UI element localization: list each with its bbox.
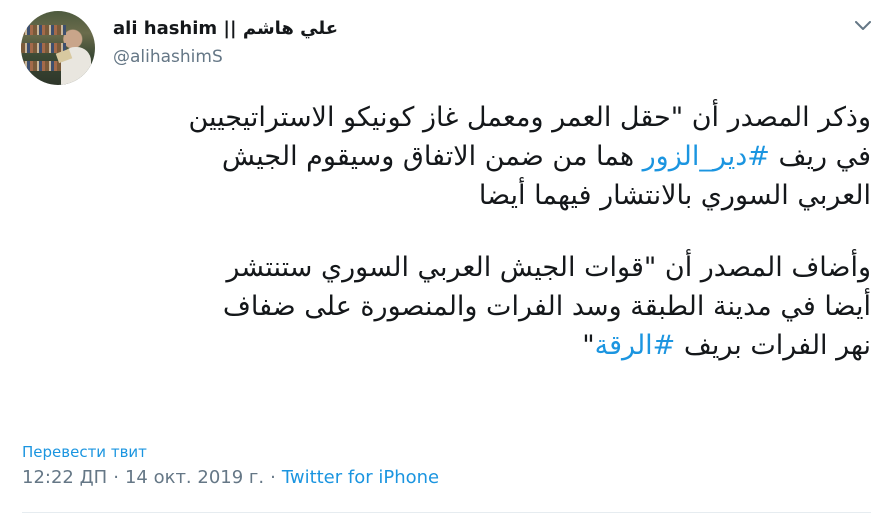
tweet-text-segment: في ريف <box>769 141 871 172</box>
user-handle[interactable]: @alihashimS <box>113 47 223 67</box>
tweet-line: وذكر المصدر أن "حقل العمر ومعمل غاز كوني… <box>188 102 871 133</box>
translate-tweet-link[interactable]: Перевести твит <box>22 443 147 461</box>
tweet: ali hashim || علي هاشم @alihashimS وذكر … <box>0 0 893 519</box>
tweet-text-segment: هما من ضمن الاتفاق وسيقوم الجيش <box>221 141 643 172</box>
tweet-date[interactable]: 14 окт. 2019 г. <box>125 467 264 488</box>
tweet-source-link[interactable]: Twitter for iPhone <box>282 467 439 488</box>
hashtag-link[interactable]: #الرقة <box>595 330 676 361</box>
tweet-line: أيضا في مدينة الطبقة وسد الفرات والمنصور… <box>222 291 871 322</box>
user-name-row[interactable]: ali hashim || علي هاشم <box>113 15 338 41</box>
display-name[interactable]: ali hashim || علي هاشم <box>113 18 338 39</box>
avatar[interactable] <box>21 11 95 85</box>
tweet-metadata: 12:22 ДП · 14 окт. 2019 г. · Twitter for… <box>22 467 439 488</box>
tweet-text: وذكر المصدر أن "حقل العمر ومعمل غاز كوني… <box>11 98 871 365</box>
separator-dot: · <box>113 467 119 488</box>
tweet-text-segment: نهر الفرات بريف <box>675 330 871 361</box>
divider <box>22 512 871 513</box>
tweet-line: في ريف #دير_الزور هما من ضمن الاتفاق وسي… <box>11 137 871 176</box>
tweet-line: العربي السوري بالانتشار فيهما أيضا <box>478 180 871 211</box>
more-options-button[interactable] <box>850 14 876 38</box>
tweet-text-segment: " <box>582 330 595 361</box>
tweet-line: وأضاف المصدر أن "قوات الجيش العربي السور… <box>226 252 871 283</box>
tweet-time[interactable]: 12:22 ДП <box>22 467 107 488</box>
separator-dot: · <box>270 467 276 488</box>
tweet-line: نهر الفرات بريف #الرقة" <box>11 326 871 365</box>
chevron-down-icon <box>855 21 871 30</box>
hashtag-link[interactable]: #دير_الزور <box>643 141 770 172</box>
